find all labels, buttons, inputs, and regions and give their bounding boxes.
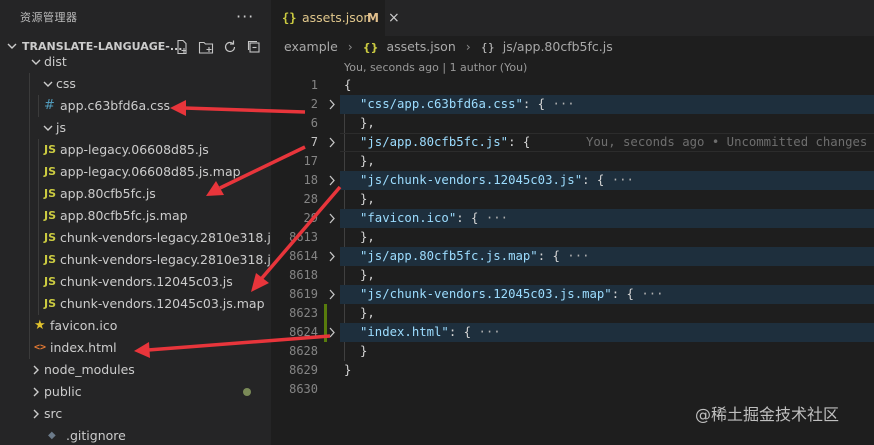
- red-arrow: [170, 100, 306, 116]
- red-arrow: [206, 145, 306, 196]
- red-arrow: [134, 334, 331, 358]
- watermark: @稀土掘金技术社区: [695, 405, 840, 424]
- annotation-arrows: [134, 100, 342, 358]
- red-arrow: [251, 185, 342, 292]
